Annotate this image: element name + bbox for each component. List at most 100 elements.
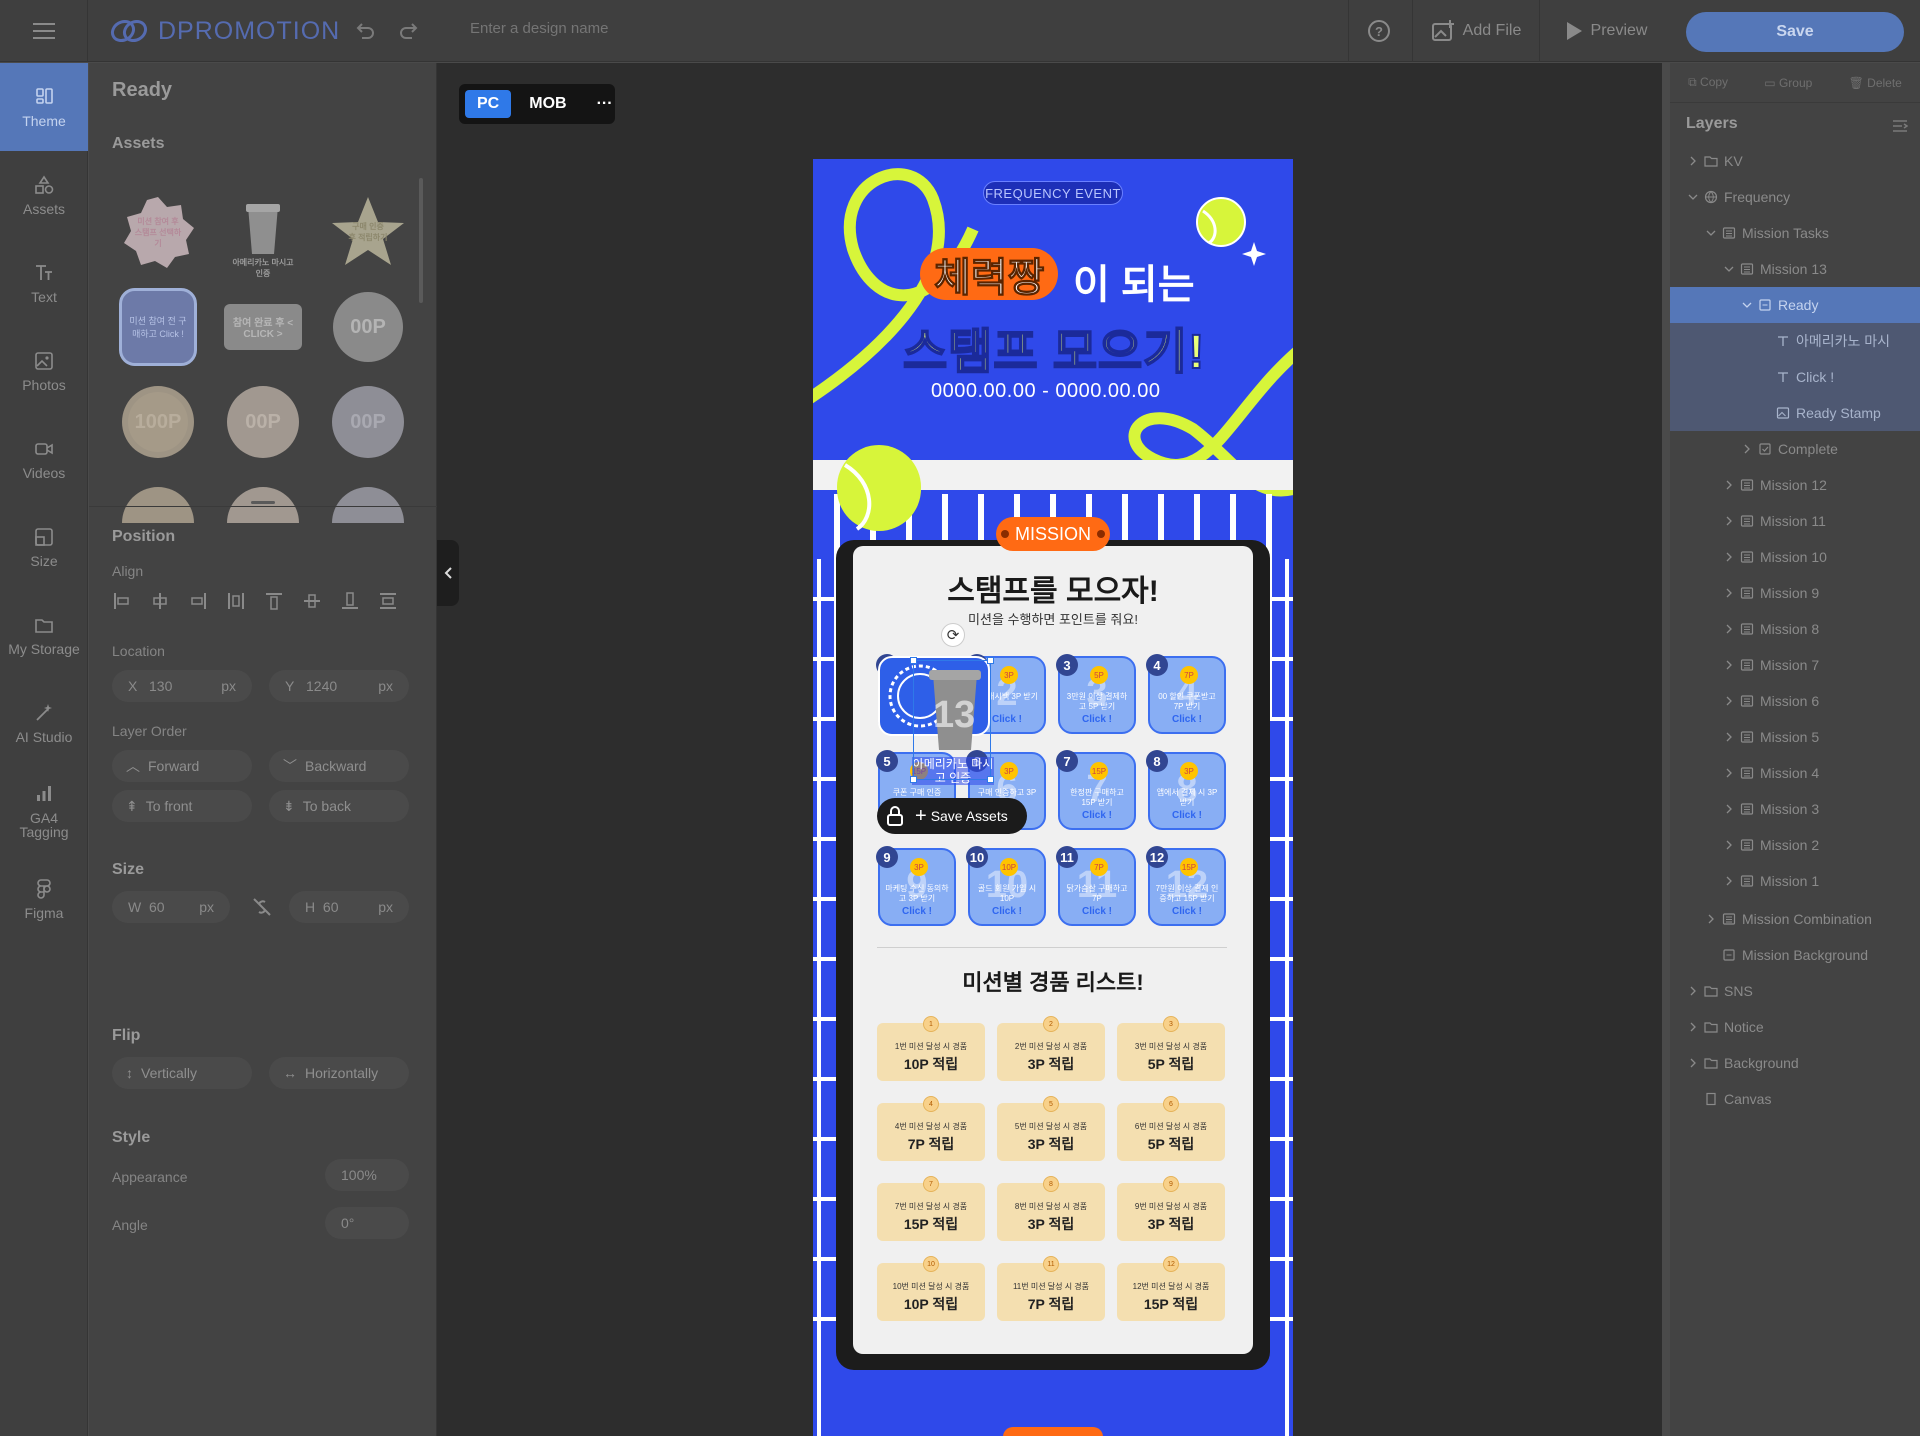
layer-item[interactable]: Background	[1670, 1045, 1920, 1081]
layer-item[interactable]: 아메리카노 마시	[1670, 323, 1920, 359]
layer-item[interactable]: Mission 8	[1670, 611, 1920, 647]
hamburger-menu-button[interactable]	[0, 0, 88, 62]
copy-button[interactable]: ⧉ Copy	[1688, 75, 1728, 90]
save-button[interactable]: Save	[1686, 12, 1904, 52]
distribute-horizontal-icon[interactable]	[226, 591, 246, 611]
asset-item[interactable]: 미션 참여 후 스탬프 선택하기	[119, 193, 197, 271]
asset-item[interactable]: 100P	[119, 383, 197, 461]
flip-horizontal-button[interactable]: ↔ Horizontally	[269, 1057, 409, 1089]
layer-item[interactable]: Notice	[1670, 1009, 1920, 1045]
layer-item[interactable]: Mission 11	[1670, 503, 1920, 539]
chevron-right-icon[interactable]	[1724, 804, 1734, 814]
chevron-right-icon[interactable]	[1706, 914, 1716, 924]
layer-item[interactable]: Mission Background	[1670, 937, 1920, 973]
chevron-down-icon[interactable]	[1724, 264, 1734, 274]
align-right-icon[interactable]	[188, 591, 208, 611]
stamp-tile[interactable]: 8 3P 앱에서 결제 시 3P 받기 Click ! 8	[1146, 750, 1226, 830]
rotate-handle[interactable]: ⟳	[941, 623, 965, 647]
stamp-tile[interactable]: 4 7P 00 할인 쿠폰받고 7P 받기 Click ! 4	[1146, 654, 1226, 734]
chevron-right-icon[interactable]	[1688, 1058, 1698, 1068]
layer-item[interactable]: Mission 12	[1670, 467, 1920, 503]
chevron-down-icon[interactable]	[1706, 228, 1716, 238]
layer-item[interactable]: Frequency	[1670, 179, 1920, 215]
stamp-tile[interactable]: 7 15P 한정판 구매하고 15P 받기 Click ! 7	[1056, 750, 1136, 830]
undo-icon[interactable]	[352, 18, 376, 42]
delete-button[interactable]: 🗑 Delete	[1849, 76, 1902, 90]
stamp-tile[interactable]: 9 3P 마케팅 수신 동의하고 3P 받기 Click ! 9	[876, 846, 956, 926]
layer-item[interactable]: Ready Stamp	[1670, 395, 1920, 431]
app-logo[interactable]: DPROMOTION	[110, 0, 340, 62]
chevron-right-icon[interactable]	[1724, 588, 1734, 598]
layer-item[interactable]: SNS	[1670, 973, 1920, 1009]
align-middle-icon[interactable]	[302, 591, 322, 611]
asset-item[interactable]: 참여 완료 후 < CLICK >	[224, 288, 302, 366]
asset-item[interactable]: 00P	[329, 383, 407, 461]
align-top-icon[interactable]	[264, 591, 284, 611]
angle-field[interactable]: 0°	[325, 1207, 409, 1239]
layer-item[interactable]: Mission 10	[1670, 539, 1920, 575]
layer-item[interactable]: Canvas	[1670, 1081, 1920, 1117]
pc-tab[interactable]: PC	[465, 90, 512, 118]
chevron-right-icon[interactable]	[1724, 660, 1734, 670]
width-field[interactable]: W 60 px	[112, 891, 230, 923]
nav-item-text[interactable]: Text	[0, 239, 88, 327]
x-field[interactable]: X 130 px	[112, 670, 252, 702]
nav-item-assets[interactable]: Assets	[0, 151, 88, 239]
layer-item[interactable]: Mission Combination	[1670, 901, 1920, 937]
redo-icon[interactable]	[398, 18, 422, 42]
stamp-tile[interactable]: 12 15P 7만원 이상 결제 인증하고 15P 받기 Click ! 12	[1146, 846, 1226, 926]
stamp-tile[interactable]: 3 5P 3만원 이상 결제하고 5P 받기 Click ! 3	[1056, 654, 1136, 734]
layer-item[interactable]: Mission 4	[1670, 755, 1920, 791]
y-field[interactable]: Y 1240 px	[269, 670, 409, 702]
layer-item[interactable]: KV	[1670, 143, 1920, 179]
chevron-right-icon[interactable]	[1724, 876, 1734, 886]
chevron-right-icon[interactable]	[1742, 444, 1752, 454]
asset-item[interactable]: 아메리카노 마시고 인증	[224, 193, 302, 278]
flip-vertical-button[interactable]: ↕ Vertically	[112, 1057, 252, 1089]
layer-item[interactable]: Mission 6	[1670, 683, 1920, 719]
nav-item-theme[interactable]: Theme	[0, 63, 88, 151]
resize-handle[interactable]	[251, 501, 275, 504]
panel-scrollbar[interactable]	[419, 178, 423, 303]
chevron-right-icon[interactable]	[1724, 516, 1734, 526]
chevron-right-icon[interactable]	[1724, 552, 1734, 562]
layer-item[interactable]: Mission 3	[1670, 791, 1920, 827]
nav-item-figma[interactable]: Figma	[0, 855, 88, 943]
align-center-horizontal-icon[interactable]	[150, 591, 170, 611]
resize-handle[interactable]	[987, 657, 994, 664]
chevron-right-icon[interactable]	[1688, 156, 1698, 166]
chevron-right-icon[interactable]	[1724, 696, 1734, 706]
chevron-down-icon[interactable]	[1688, 192, 1698, 202]
align-left-icon[interactable]	[112, 591, 132, 611]
asset-item[interactable]: 00P	[224, 383, 302, 461]
stamp-tile[interactable]: 11 7P 닭가슴살 구매하고 7P Click ! 11	[1056, 846, 1136, 926]
chevron-right-icon[interactable]	[1724, 480, 1734, 490]
add-file-button[interactable]: Add File	[1412, 0, 1540, 62]
distribute-vertical-icon[interactable]	[378, 591, 398, 611]
layer-item[interactable]: Mission 1	[1670, 863, 1920, 899]
selection-box[interactable]	[910, 657, 994, 783]
design-name-input[interactable]	[470, 20, 1070, 37]
layer-item[interactable]: Click !	[1670, 359, 1920, 395]
collapse-all-icon[interactable]	[1892, 119, 1908, 133]
nav-item-my-storage[interactable]: My Storage	[0, 591, 88, 679]
unlink-ratio-icon[interactable]	[251, 896, 273, 918]
height-field[interactable]: H 60 px	[289, 891, 409, 923]
to-front-button[interactable]: ⇞ To front	[112, 790, 252, 822]
stamp-tile[interactable]: 10 10P 골드 회원 가입 시 10P Click ! 10	[966, 846, 1046, 926]
resize-handle[interactable]	[910, 657, 917, 664]
layer-item[interactable]: Mission 13	[1670, 251, 1920, 287]
nav-item-ai-studio[interactable]: AI Studio	[0, 679, 88, 767]
more-options-icon[interactable]: ···	[585, 90, 625, 118]
nav-item-ga4-tagging[interactable]: GA4 Tagging	[0, 767, 88, 855]
backward-button[interactable]: ﹀ Backward	[269, 750, 409, 782]
asset-item[interactable]: 구매 인증 후 적립하기	[329, 193, 407, 271]
layer-item[interactable]: Mission 9	[1670, 575, 1920, 611]
resize-handle[interactable]	[987, 776, 994, 783]
layer-item[interactable]: Mission 5	[1670, 719, 1920, 755]
asset-item[interactable]: 미션 참여 전 구매하고 Click !	[119, 288, 197, 366]
group-button[interactable]: ▭ Group	[1764, 76, 1812, 90]
chevron-down-icon[interactable]	[1742, 300, 1752, 310]
mob-tab[interactable]: MOB	[517, 90, 578, 118]
resize-handle[interactable]	[910, 776, 917, 783]
